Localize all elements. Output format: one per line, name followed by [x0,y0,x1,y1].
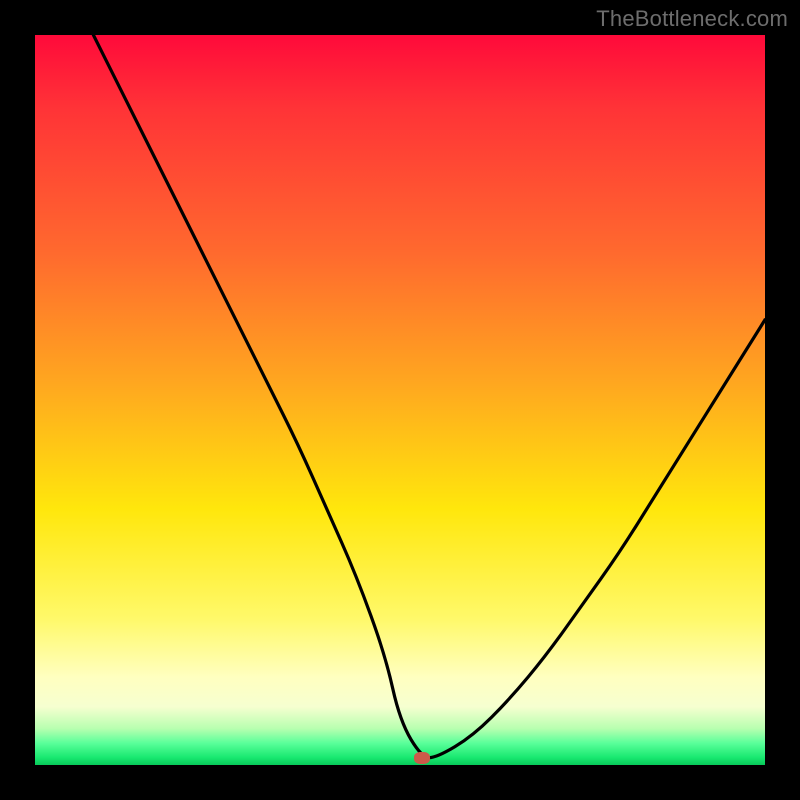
watermark-text: TheBottleneck.com [596,6,788,32]
plot-area [35,35,765,765]
optimal-point-marker [414,752,430,764]
curve-path [93,35,765,758]
bottleneck-curve [35,35,765,765]
chart-frame: TheBottleneck.com [0,0,800,800]
